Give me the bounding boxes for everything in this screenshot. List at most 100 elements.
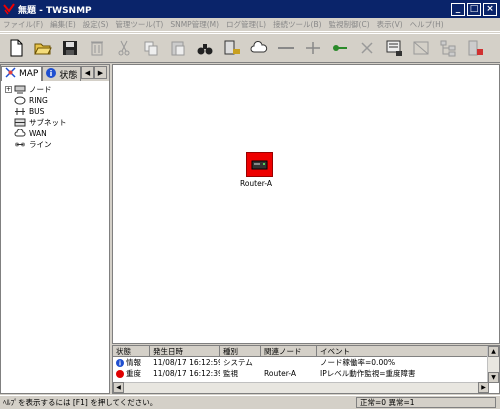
ring-icon — [14, 96, 26, 105]
tab-scroll-right-button[interactable]: ▶ — [94, 66, 107, 79]
status-cell: 重度 — [113, 368, 150, 379]
binoculars-icon — [197, 44, 213, 55]
tree-item-label: ノード — [29, 85, 52, 94]
event-log-horizontal-scrollbar[interactable]: ◀ ▶ — [113, 382, 489, 393]
line-link-icon — [14, 140, 26, 149]
menu-view[interactable]: 表示(V) — [377, 19, 403, 30]
column-type[interactable]: 種別 — [220, 346, 261, 356]
map-tab-icon — [5, 67, 16, 81]
monitor-button[interactable] — [382, 36, 406, 60]
menu-admin-tools[interactable]: 管理ツール(T) — [115, 19, 163, 30]
map-canvas[interactable]: Router-A — [112, 64, 500, 344]
map-node-label: Router-A — [239, 179, 273, 188]
tree-item-subnet[interactable]: サブネット — [5, 117, 109, 128]
app-icon — [3, 3, 15, 15]
event-cell: ノード稼働率=0.00% — [320, 358, 396, 367]
tree-item-line[interactable]: ライン — [5, 139, 109, 150]
node-cell — [261, 357, 317, 368]
cut-icon — [118, 40, 130, 56]
node-cell: Router-A — [264, 369, 297, 378]
key-button[interactable] — [328, 36, 352, 60]
info-icon — [116, 358, 124, 367]
delete-button[interactable] — [85, 36, 109, 60]
menu-bar: ファイル(F) 編集(E) 設定(S) 管理ツール(T) SNMP管理(M) ロ… — [0, 18, 500, 32]
key-icon — [333, 45, 347, 51]
tree-item-wan[interactable]: WAN — [5, 128, 109, 139]
save-button[interactable] — [58, 36, 82, 60]
node-icon — [14, 85, 26, 94]
status-text: 情報 — [126, 358, 141, 367]
minimize-button[interactable]: _ — [451, 2, 465, 16]
connect-button[interactable] — [301, 36, 325, 60]
scroll-right-button[interactable]: ▶ — [478, 382, 489, 393]
tree-view-button[interactable] — [436, 36, 460, 60]
column-event[interactable]: イベント — [317, 346, 490, 356]
event-log-vertical-scrollbar[interactable]: ▲ ▼ — [487, 346, 499, 383]
add-network-button[interactable] — [247, 36, 271, 60]
wan-icon — [14, 129, 26, 138]
scroll-left-button[interactable]: ◀ — [113, 382, 124, 393]
server-icon — [468, 40, 483, 56]
left-panel: MAP 状態 ◀ ▶ + ノード RING BUS サブネット WAN ライン — [0, 64, 110, 394]
router-icon — [245, 152, 273, 177]
monitor-icon — [386, 40, 402, 56]
tab-map[interactable]: MAP — [1, 66, 43, 81]
menu-snmp[interactable]: SNMP管理(M) — [170, 19, 219, 30]
menu-settings[interactable]: 設定(S) — [83, 19, 109, 30]
table-row[interactable]: 情報 11/08/17 16:12:59 システム ノード稼働率=0.00% — [113, 357, 499, 368]
cloud-icon — [250, 41, 268, 53]
line-icon — [278, 47, 294, 49]
tree-item-node[interactable]: + ノード — [5, 84, 109, 95]
window-title: 無題 - TWSNMP — [18, 5, 92, 16]
trash-icon — [91, 41, 103, 56]
scroll-up-button[interactable]: ▲ — [488, 346, 499, 357]
column-time[interactable]: 発生日時 — [150, 346, 220, 356]
add-line-button[interactable] — [274, 36, 298, 60]
title-bar[interactable]: 無題 - TWSNMP _ □ × — [0, 0, 500, 18]
tree-item-label: RING — [29, 96, 48, 105]
menu-edit[interactable]: 編集(E) — [50, 19, 76, 30]
maximize-button[interactable]: □ — [467, 2, 481, 16]
map-view-button[interactable] — [409, 36, 433, 60]
open-folder-icon — [34, 43, 52, 55]
status-bar: ﾍﾙﾌﾟを表示するには [F1] を押してください。 正常=0 異常=1 — [0, 395, 500, 409]
menu-file[interactable]: ファイル(F) — [3, 19, 43, 30]
bus-icon — [14, 107, 26, 116]
scroll-down-button[interactable]: ▼ — [488, 372, 499, 383]
map-tree: + ノード RING BUS サブネット WAN ライン — [1, 81, 109, 150]
column-status[interactable]: 状態 — [113, 346, 150, 356]
tab-strip: MAP 状態 ◀ ▶ — [1, 65, 109, 81]
find-button[interactable] — [193, 36, 217, 60]
menu-log[interactable]: ログ管理(L) — [226, 19, 266, 30]
event-log: 状態 発生日時 種別 関連ノード イベント 情報 11/08/17 16:12:… — [112, 345, 500, 394]
menu-monitor[interactable]: 監視制御(C) — [329, 19, 370, 30]
menu-connect-tools[interactable]: 接続ツール(B) — [273, 19, 322, 30]
connect-icon — [306, 42, 320, 54]
map-node-router-a[interactable]: Router-A — [240, 152, 276, 188]
server-button[interactable] — [463, 36, 487, 60]
table-row[interactable]: 重度 11/08/17 16:12:39 監視 Router-A IPレベル動作… — [113, 368, 499, 379]
error-status-icon — [116, 369, 124, 378]
new-file-icon — [10, 39, 23, 57]
new-file-button[interactable] — [4, 36, 28, 60]
expand-icon[interactable]: + — [5, 86, 12, 93]
toolbar — [0, 33, 500, 63]
type-cell: システム — [223, 358, 253, 367]
tab-scroll-left-button[interactable]: ◀ — [81, 66, 94, 79]
tree-item-bus[interactable]: BUS — [5, 106, 109, 117]
status-counts: 正常=0 異常=1 — [356, 397, 496, 408]
copy-button[interactable] — [139, 36, 163, 60]
disconnect-button[interactable] — [355, 36, 379, 60]
subnet-icon — [14, 118, 26, 127]
tree-item-ring[interactable]: RING — [5, 95, 109, 106]
menu-help[interactable]: ヘルプ(H) — [410, 19, 444, 30]
tab-status[interactable]: 状態 — [42, 66, 82, 81]
add-node-button[interactable] — [220, 36, 244, 60]
open-button[interactable] — [31, 36, 55, 60]
time-cell: 11/08/17 16:12:39 — [153, 369, 220, 378]
paste-button[interactable] — [166, 36, 190, 60]
x-icon — [361, 42, 373, 54]
column-node[interactable]: 関連ノード — [261, 346, 317, 356]
cut-button[interactable] — [112, 36, 136, 60]
close-button[interactable]: × — [483, 2, 497, 16]
